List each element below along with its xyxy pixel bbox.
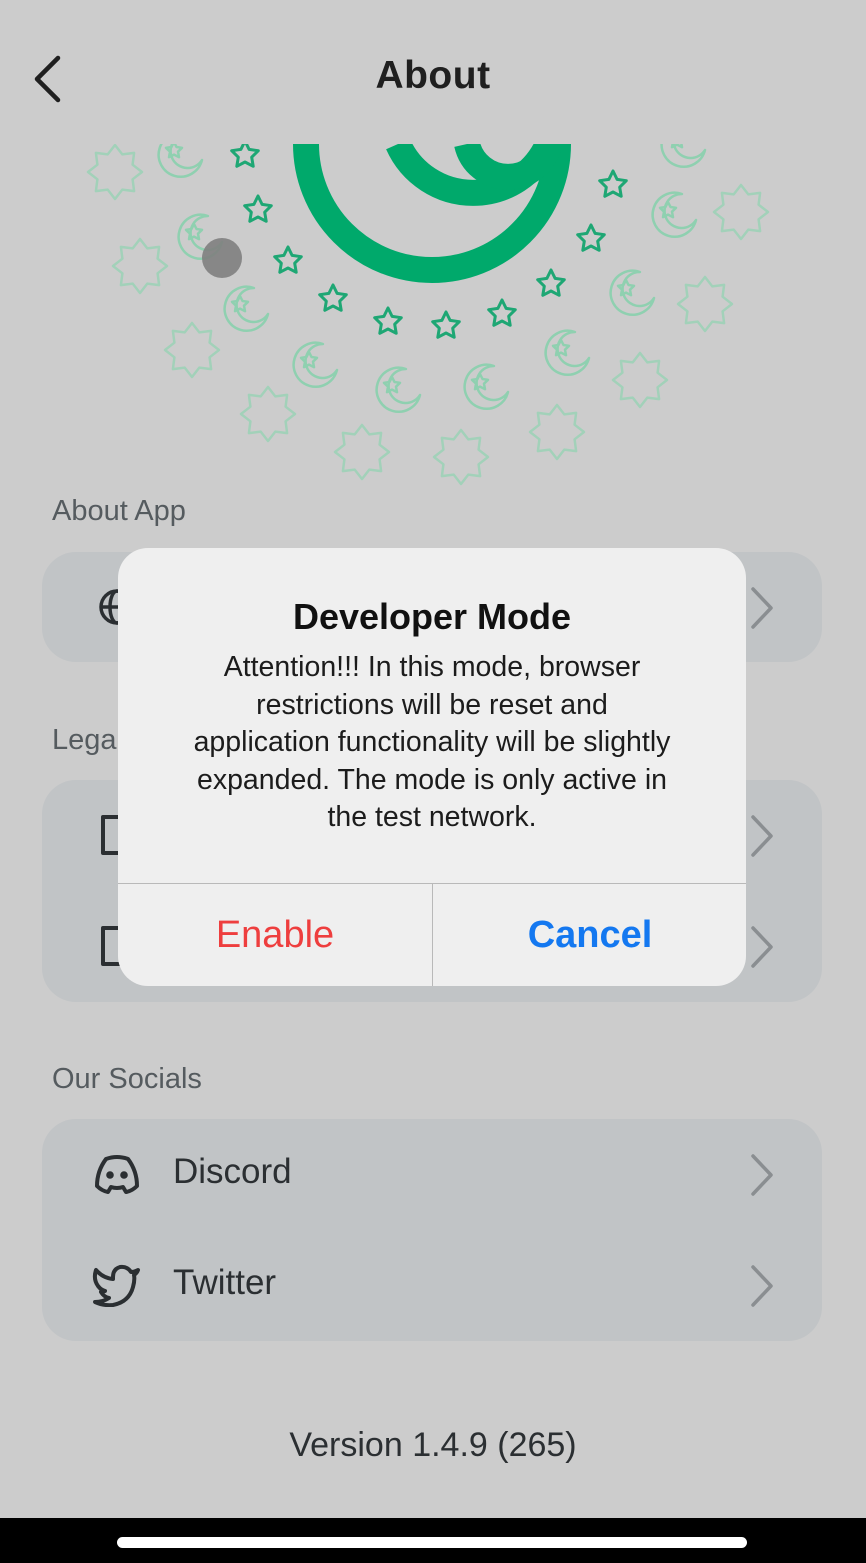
chevron-right-icon — [742, 583, 782, 633]
discord-label: Discord — [173, 1152, 292, 1191]
chevron-right-icon — [742, 922, 782, 972]
app-version: Version 1.4.9 (265) — [289, 1426, 577, 1464]
logo-icon — [293, 144, 571, 283]
dialog-message-line: Attention!!! In this mode, browser — [223, 651, 641, 683]
dialog-message: Attention!!! In this mode, browser restr… — [150, 649, 714, 837]
developer-mode-dialog: Developer Mode Attention!!! In this mode… — [118, 548, 746, 986]
header: About — [0, 40, 866, 116]
discord-icon — [90, 1147, 144, 1201]
chevron-right-icon — [742, 811, 782, 861]
socials-group: Discord Twitter — [42, 1119, 822, 1341]
socials-row-twitter[interactable]: Twitter — [42, 1230, 822, 1340]
home-indicator[interactable] — [117, 1537, 747, 1548]
enable-button[interactable]: Enable — [118, 884, 432, 986]
about-screen: About About App Legal Our Socials Discor… — [0, 0, 866, 1518]
touch-indicator — [202, 238, 242, 278]
twitter-icon — [90, 1258, 144, 1312]
chevron-right-icon — [742, 1150, 782, 1200]
socials-row-discord[interactable]: Discord — [42, 1119, 822, 1229]
hero-decoration — [86, 144, 770, 486]
chevron-right-icon — [742, 1261, 782, 1311]
dialog-title: Developer Mode — [292, 596, 572, 637]
dialog-message-line: the test network. — [327, 801, 537, 833]
twitter-label: Twitter — [173, 1263, 277, 1302]
page-title: About — [375, 54, 491, 97]
section-label-socials: Our Socials — [52, 1063, 202, 1095]
dialog-message-line: application functionality will be slight… — [193, 726, 671, 758]
dialog-message-line: restrictions will be reset and — [256, 688, 608, 721]
dialog-message-line: expanded. The mode is only active in — [196, 763, 667, 796]
cancel-button[interactable]: Cancel — [433, 884, 746, 986]
section-label-about-app: About App — [52, 495, 186, 527]
home-indicator-area — [0, 1518, 866, 1563]
section-label-legal: Legal — [52, 724, 123, 756]
